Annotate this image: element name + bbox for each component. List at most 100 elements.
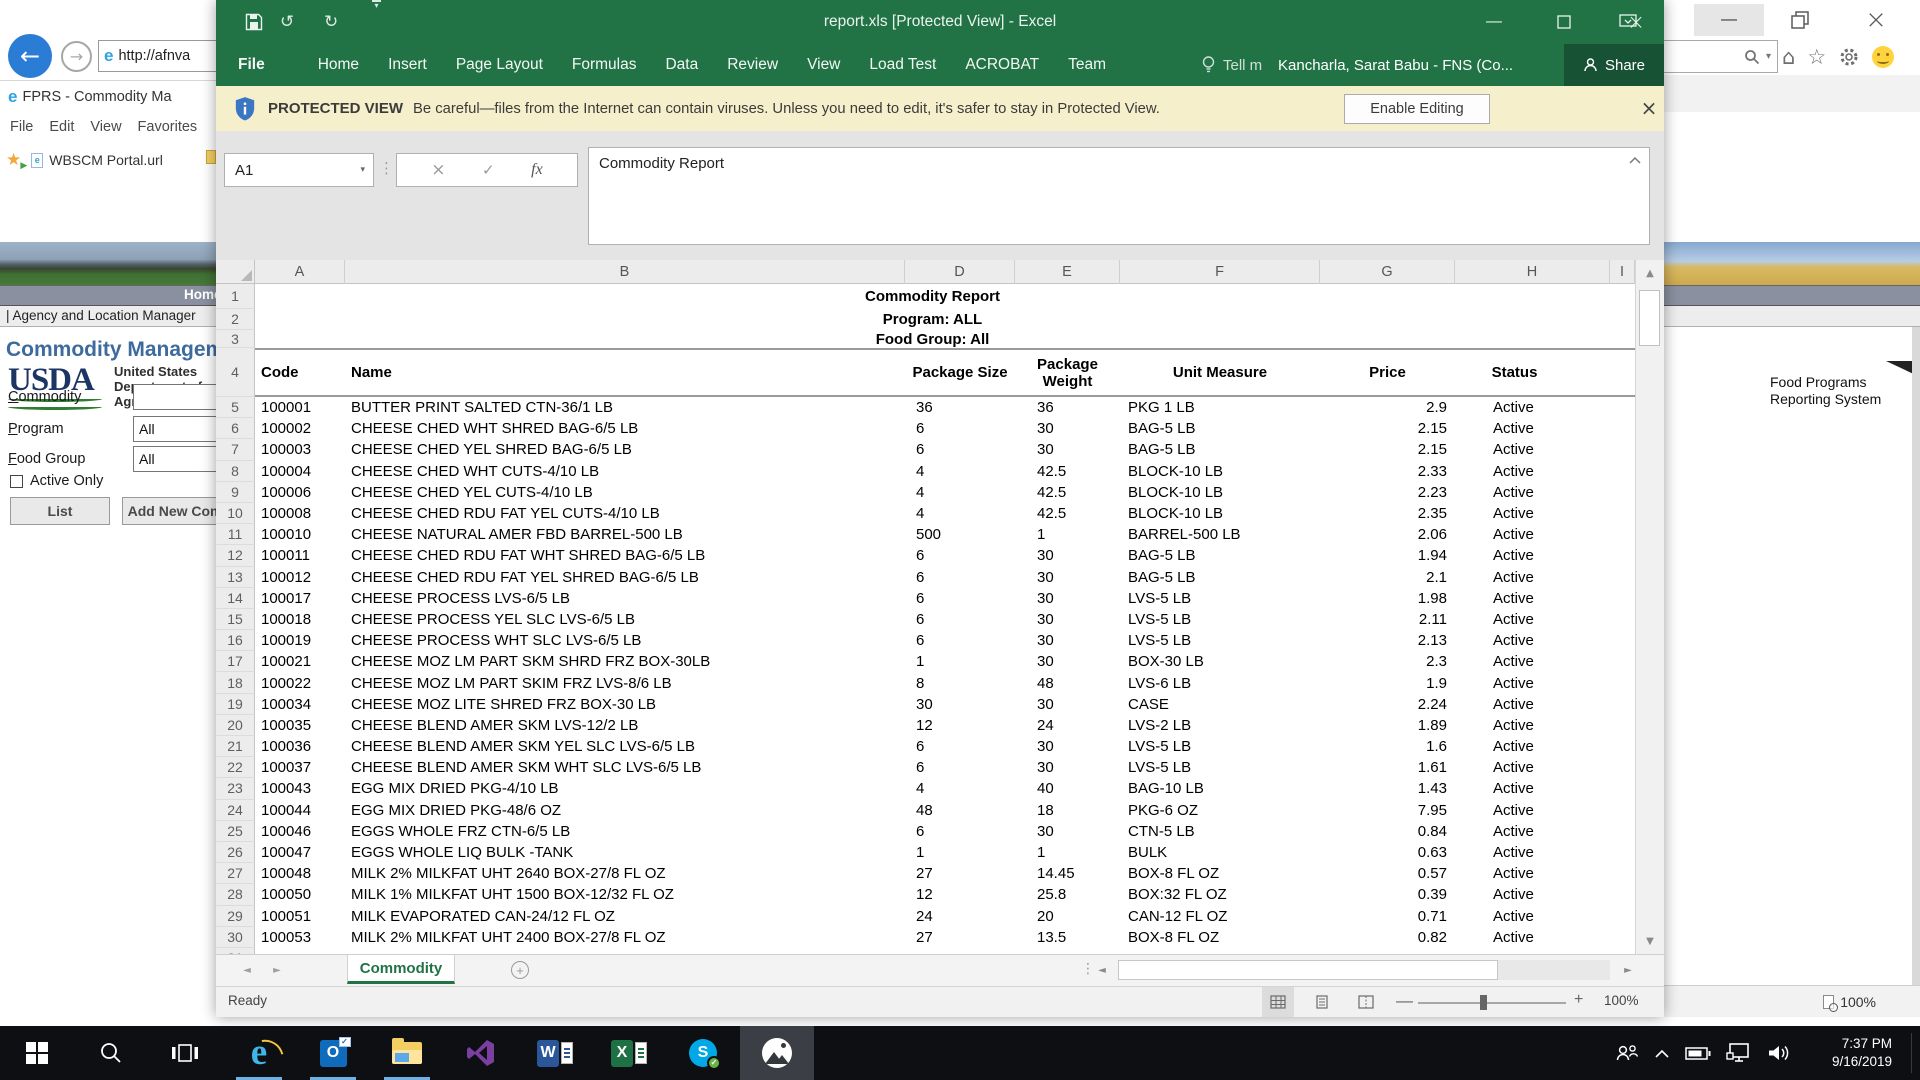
taskbar-excel[interactable]: X [592, 1026, 666, 1080]
cell-name[interactable]: CHEESE PROCESS YEL SLC LVS-6/5 LB [345, 609, 905, 630]
list-button[interactable]: List [10, 497, 110, 525]
cell-price[interactable]: 0.82 [1320, 927, 1455, 948]
cell-unit[interactable]: BOX-8 FL OZ [1120, 863, 1320, 884]
cell-pad[interactable] [1610, 884, 1635, 905]
cell-weight[interactable]: 42.5 [1015, 461, 1120, 482]
collapse-formula-bar-button[interactable] [1629, 156, 1641, 164]
report-header-cell[interactable]: Food Group: All [255, 330, 1610, 348]
cell-name[interactable]: MILK EVAPORATED CAN-24/12 FL OZ [345, 906, 905, 927]
start-button[interactable] [0, 1026, 74, 1080]
cell-status[interactable]: Active [1455, 651, 1610, 672]
ie-vertical-scrollbar[interactable] [1912, 327, 1920, 985]
cell-size[interactable]: 24 [905, 906, 1015, 927]
cell-name[interactable]: CHEESE CHED RDU FAT YEL SHRED BAG-6/5 LB [345, 567, 905, 588]
cell-weight[interactable]: 30 [1015, 418, 1120, 439]
taskbar-word[interactable]: W [518, 1026, 592, 1080]
cell-unit[interactable]: BAG-5 LB [1120, 545, 1320, 566]
horizontal-scrollbar[interactable] [1118, 960, 1610, 980]
ribbon-tab-page-layout[interactable]: Page Layout [456, 56, 543, 74]
select-all-corner[interactable] [216, 260, 255, 284]
row-header[interactable]: 16 [216, 630, 255, 651]
cell-weight[interactable]: 13.5 [1015, 927, 1120, 948]
show-desktop-button[interactable] [1911, 1033, 1912, 1073]
favorite-link[interactable]: WBSCM Portal.url [49, 152, 163, 168]
row-header[interactable]: 3 [216, 330, 255, 348]
cell-code[interactable]: 100037 [255, 757, 345, 778]
cell-unit[interactable]: BARREL-500 LB [1120, 524, 1320, 545]
cell-weight[interactable]: 40 [1015, 778, 1120, 799]
row-header[interactable]: 28 [216, 884, 255, 905]
cell-pad[interactable] [1610, 630, 1635, 651]
cell-unit[interactable]: BAG-10 LB [1120, 778, 1320, 799]
cell-weight[interactable]: 30 [1015, 609, 1120, 630]
enter-check-icon[interactable]: ✓ [482, 161, 495, 179]
horizontal-scroll-thumb[interactable] [1118, 960, 1498, 980]
cell-code[interactable]: 100004 [255, 461, 345, 482]
cell-status[interactable]: Active [1455, 545, 1610, 566]
cell-pad[interactable] [1610, 503, 1635, 524]
cell-code[interactable]: 100053 [255, 927, 345, 948]
row-header[interactable]: 27 [216, 863, 255, 884]
cell-unit[interactable]: PKG 1 LB [1120, 397, 1320, 418]
cell-size[interactable]: 6 [905, 736, 1015, 757]
cell-name[interactable]: EGG MIX DRIED PKG-48/6 OZ [345, 800, 905, 821]
scroll-down-button[interactable]: ▼ [1636, 928, 1664, 954]
ie-zoom-indicator[interactable]: 100% [1664, 985, 1920, 1017]
cell-status[interactable]: Active [1455, 439, 1610, 460]
cell-price[interactable]: 2.24 [1320, 694, 1455, 715]
cell-status[interactable]: Active [1455, 757, 1610, 778]
cell-code[interactable]: 100035 [255, 715, 345, 736]
cell-unit[interactable]: LVS-5 LB [1120, 609, 1320, 630]
row-header[interactable]: 11 [216, 524, 255, 545]
ribbon-tab-data[interactable]: Data [665, 56, 698, 74]
cell-price[interactable]: 1.61 [1320, 757, 1455, 778]
cell-unit[interactable]: CASE [1120, 694, 1320, 715]
cell-status[interactable]: Active [1455, 821, 1610, 842]
row-header[interactable]: 14 [216, 588, 255, 609]
cell-size[interactable]: 4 [905, 461, 1015, 482]
cell-weight[interactable]: 1 [1015, 524, 1120, 545]
cell-unit[interactable]: LVS-6 LB [1120, 672, 1320, 693]
favorite-folder-icon[interactable] [206, 150, 216, 164]
cell-pad[interactable] [1610, 800, 1635, 821]
ribbon-tab-view[interactable]: View [807, 56, 840, 74]
scroll-right-button[interactable]: ► [1616, 957, 1640, 983]
row-header[interactable]: 22 [216, 757, 255, 778]
cell-status[interactable]: Active [1455, 482, 1610, 503]
row-header[interactable]: 25 [216, 821, 255, 842]
cell-weight[interactable]: 30 [1015, 439, 1120, 460]
cell-name[interactable]: EGG MIX DRIED PKG-4/10 LB [345, 778, 905, 799]
column-header-F[interactable]: F [1120, 260, 1320, 284]
cell-code[interactable]: 100010 [255, 524, 345, 545]
row-header[interactable]: 26 [216, 842, 255, 863]
cell-status[interactable]: Active [1455, 842, 1610, 863]
excel-vertical-scrollbar[interactable]: ▲ ▼ [1635, 260, 1664, 954]
enable-editing-button[interactable]: Enable Editing [1344, 94, 1490, 124]
banner-close-button[interactable]: × [1636, 95, 1662, 121]
cell-status[interactable]: Active [1455, 503, 1610, 524]
cell-code[interactable]: 100018 [255, 609, 345, 630]
cell-size[interactable]: 36 [905, 397, 1015, 418]
row-header[interactable]: 4 [216, 348, 255, 397]
row-header[interactable]: 1 [216, 284, 255, 309]
row-header[interactable]: 7 [216, 439, 255, 460]
cell-name[interactable]: CHEESE MOZ LM PART SKM SHRD FRZ BOX-30LB [345, 651, 905, 672]
column-title-size[interactable]: Package Size [905, 348, 1015, 397]
cell-weight[interactable]: 48 [1015, 672, 1120, 693]
save-button[interactable] [244, 0, 264, 44]
cell-unit[interactable]: LVS-5 LB [1120, 736, 1320, 757]
row-header[interactable]: 10 [216, 503, 255, 524]
row-header[interactable]: 6 [216, 418, 255, 439]
column-header-D[interactable]: D [905, 260, 1015, 284]
cell-status[interactable]: Active [1455, 630, 1610, 651]
cell-price[interactable]: 0.57 [1320, 863, 1455, 884]
share-button[interactable]: Share [1564, 44, 1664, 86]
cell-size[interactable]: 30 [905, 694, 1015, 715]
row-header[interactable]: 19 [216, 694, 255, 715]
people-icon[interactable] [1615, 1044, 1639, 1062]
column-title-code[interactable]: Code [255, 348, 345, 397]
row-header[interactable]: 15 [216, 609, 255, 630]
cell-size[interactable]: 8 [905, 672, 1015, 693]
column-title-weight[interactable]: Package Weight [1015, 348, 1120, 397]
cell-name[interactable]: MILK 2% MILKFAT UHT 2640 BOX-27/8 FL OZ [345, 863, 905, 884]
